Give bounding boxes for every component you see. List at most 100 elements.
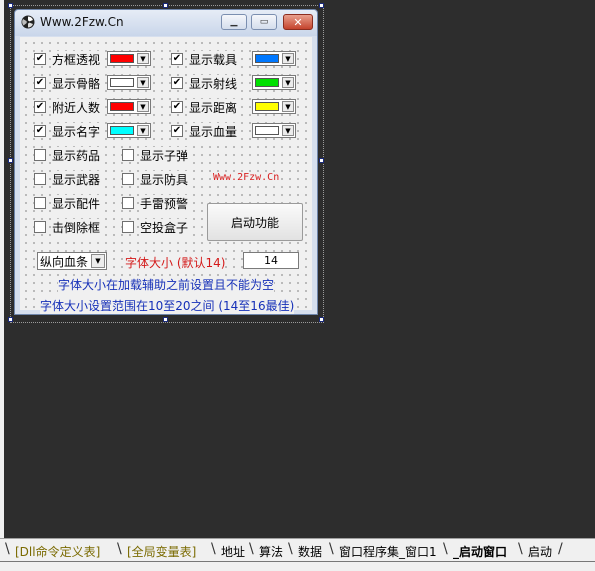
color-swatch: [110, 102, 134, 111]
minimize-icon: ▁: [230, 17, 238, 27]
chevron-down-icon[interactable]: ▼: [137, 53, 149, 64]
tab-window-assembly[interactable]: 窗口程序集_窗口1: [339, 543, 437, 560]
checkbox[interactable]: ✔: [34, 77, 46, 89]
resize-handle-n[interactable]: [163, 3, 168, 8]
tab-dll-commands[interactable]: [Dll命令定义表]: [15, 543, 100, 560]
option-label: 手雷预警: [139, 194, 190, 212]
window-title: Www.2Fzw.Cn: [40, 15, 124, 29]
option-label: 附近人数: [51, 98, 102, 116]
chevron-down-icon[interactable]: ▼: [282, 53, 294, 64]
checkbox[interactable]: ✔: [34, 53, 46, 65]
chevron-down-icon[interactable]: ▼: [282, 77, 294, 88]
option-label: 显示武器: [51, 170, 102, 188]
option-row[interactable]: ✔ 附近人数: [34, 98, 102, 116]
window-client-area: ✔ 方框透视 ▼ ✔ 显示骨骼 ▼ ✔ 附近人数 ▼ ✔ 显示名字 ▼ ✔ 显示…: [20, 37, 312, 314]
option-row[interactable]: 显示配件: [34, 194, 102, 212]
color-swatch: [255, 126, 279, 135]
start-button[interactable]: 启动功能: [207, 203, 303, 241]
chevron-down-icon[interactable]: ▼: [282, 101, 294, 112]
color-picker[interactable]: ▼: [252, 51, 296, 66]
color-picker[interactable]: ▼: [107, 51, 151, 66]
design-window[interactable]: Www.2Fzw.Cn ▁ ▭ ✕ ✔ 方框透视 ▼ ✔ 显示骨骼 ▼ ✔ 附近…: [14, 9, 318, 315]
option-row[interactable]: ✔ 方框透视: [34, 50, 102, 68]
checkbox[interactable]: [122, 173, 134, 185]
font-size-input[interactable]: 14: [243, 252, 299, 269]
chevron-down-icon[interactable]: ▼: [137, 77, 149, 88]
tab-data[interactable]: 数据: [298, 543, 322, 560]
option-row[interactable]: ✔ 显示载具: [171, 50, 239, 68]
chevron-down-icon[interactable]: ▼: [137, 101, 149, 112]
close-icon: ✕: [293, 15, 303, 29]
option-row[interactable]: 显示子弹: [122, 146, 190, 164]
tab-address[interactable]: 地址: [221, 543, 245, 560]
checkbox[interactable]: ✔: [171, 53, 183, 65]
tab-separator: /: [558, 541, 563, 557]
option-row[interactable]: 击倒除框: [34, 218, 102, 236]
bloodbar-select[interactable]: 纵向血条 ▼: [37, 252, 107, 270]
tab-baseline: [0, 561, 595, 562]
chevron-down-icon[interactable]: ▼: [137, 125, 149, 136]
option-row[interactable]: 空投盒子: [122, 218, 190, 236]
checkbox[interactable]: ✔: [171, 77, 183, 89]
tab-startup-window[interactable]: _启动窗口: [453, 543, 507, 560]
option-label: 显示防具: [139, 170, 190, 188]
color-swatch: [110, 78, 134, 87]
checkbox[interactable]: [34, 221, 46, 233]
color-picker[interactable]: ▼: [107, 123, 151, 138]
resize-handle-nw[interactable]: [8, 3, 13, 8]
chevron-down-icon[interactable]: ▼: [91, 254, 105, 268]
option-label: 显示子弹: [139, 146, 190, 164]
tab-algorithm[interactable]: 算法: [259, 543, 283, 560]
option-label: 击倒除框: [51, 218, 102, 236]
tab-separator: \: [518, 541, 523, 557]
option-row[interactable]: 显示药品: [34, 146, 102, 164]
checkbox[interactable]: [34, 197, 46, 209]
tab-separator: \: [329, 541, 334, 557]
option-row[interactable]: ✔ 显示距离: [171, 98, 239, 116]
option-row[interactable]: 显示武器: [34, 170, 102, 188]
option-row[interactable]: ✔ 显示血量: [171, 122, 239, 140]
option-row[interactable]: ✔ 显示骨骼: [34, 74, 102, 92]
color-swatch: [110, 54, 134, 63]
option-row[interactable]: 显示防具: [122, 170, 190, 188]
tab-separator: \: [5, 541, 10, 557]
resize-handle-w[interactable]: [8, 158, 13, 163]
close-button[interactable]: ✕: [283, 14, 313, 30]
checkbox[interactable]: [34, 149, 46, 161]
minimize-button[interactable]: ▁: [221, 14, 247, 30]
tab-global-vars[interactable]: [全局变量表]: [127, 543, 196, 560]
checkbox[interactable]: ✔: [34, 125, 46, 137]
tab-separator: \: [249, 541, 254, 557]
color-picker[interactable]: ▼: [252, 123, 296, 138]
option-row[interactable]: 手雷预警: [122, 194, 190, 212]
color-picker[interactable]: ▼: [107, 99, 151, 114]
resize-handle-s[interactable]: [163, 317, 168, 322]
tab-startup[interactable]: 启动: [528, 543, 552, 560]
option-label: 显示骨骼: [51, 74, 102, 92]
window-titlebar[interactable]: Www.2Fzw.Cn ▁ ▭ ✕: [15, 10, 317, 36]
app-icon: [21, 15, 35, 29]
option-row[interactable]: ✔ 显示射线: [171, 74, 239, 92]
maximize-button[interactable]: ▭: [251, 14, 277, 30]
color-picker[interactable]: ▼: [107, 75, 151, 90]
checkbox[interactable]: [122, 197, 134, 209]
checkbox[interactable]: [122, 149, 134, 161]
option-row[interactable]: ✔ 显示名字: [34, 122, 102, 140]
resize-handle-se[interactable]: [319, 317, 324, 322]
color-picker[interactable]: ▼: [252, 75, 296, 90]
resize-handle-sw[interactable]: [8, 317, 13, 322]
checkbox[interactable]: [34, 173, 46, 185]
color-picker[interactable]: ▼: [252, 99, 296, 114]
option-label: 显示血量: [188, 122, 239, 140]
resize-handle-ne[interactable]: [319, 3, 324, 8]
option-label: 显示射线: [188, 74, 239, 92]
option-label: 显示药品: [51, 146, 102, 164]
checkbox[interactable]: ✔: [171, 101, 183, 113]
checkbox[interactable]: [122, 221, 134, 233]
maximize-icon: ▭: [259, 17, 269, 27]
checkbox[interactable]: ✔: [34, 101, 46, 113]
tab-separator: \: [443, 541, 448, 557]
chevron-down-icon[interactable]: ▼: [282, 125, 294, 136]
checkbox[interactable]: ✔: [171, 125, 183, 137]
resize-handle-e[interactable]: [319, 158, 324, 163]
